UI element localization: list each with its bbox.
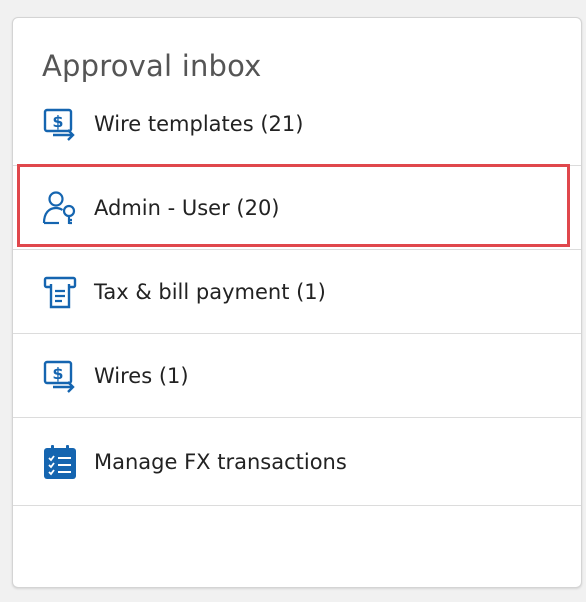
list-item-tax-bill-payment[interactable]: Tax & bill payment (1) — [13, 250, 581, 334]
wire-transfer-icon: $ — [42, 358, 78, 394]
wire-transfer-icon: $ — [42, 106, 78, 142]
list-item-label: Tax & bill payment (1) — [94, 279, 326, 304]
list-item-label: Wire templates (21) — [94, 111, 304, 136]
panel-title: Approval inbox — [42, 49, 262, 83]
list-item-wires[interactable]: $ Wires (1) — [13, 334, 581, 418]
list-item-wire-templates[interactable]: $ Wire templates (21) — [13, 82, 581, 166]
approval-inbox-card: Approval inbox $ Wire templates (21) Adm… — [12, 17, 582, 588]
approval-list: $ Wire templates (21) Admin - User (20) — [13, 82, 581, 506]
svg-text:$: $ — [52, 112, 63, 131]
list-item-manage-fx[interactable]: Manage FX transactions — [13, 418, 581, 506]
list-item-label: Manage FX transactions — [94, 449, 347, 474]
checklist-icon — [42, 444, 78, 480]
receipt-icon — [42, 274, 78, 310]
list-item-label: Wires (1) — [94, 363, 189, 388]
list-item-label: Admin - User (20) — [94, 195, 280, 220]
list-item-admin-user[interactable]: Admin - User (20) — [13, 166, 581, 250]
user-key-icon — [42, 190, 78, 226]
svg-text:$: $ — [52, 364, 63, 383]
